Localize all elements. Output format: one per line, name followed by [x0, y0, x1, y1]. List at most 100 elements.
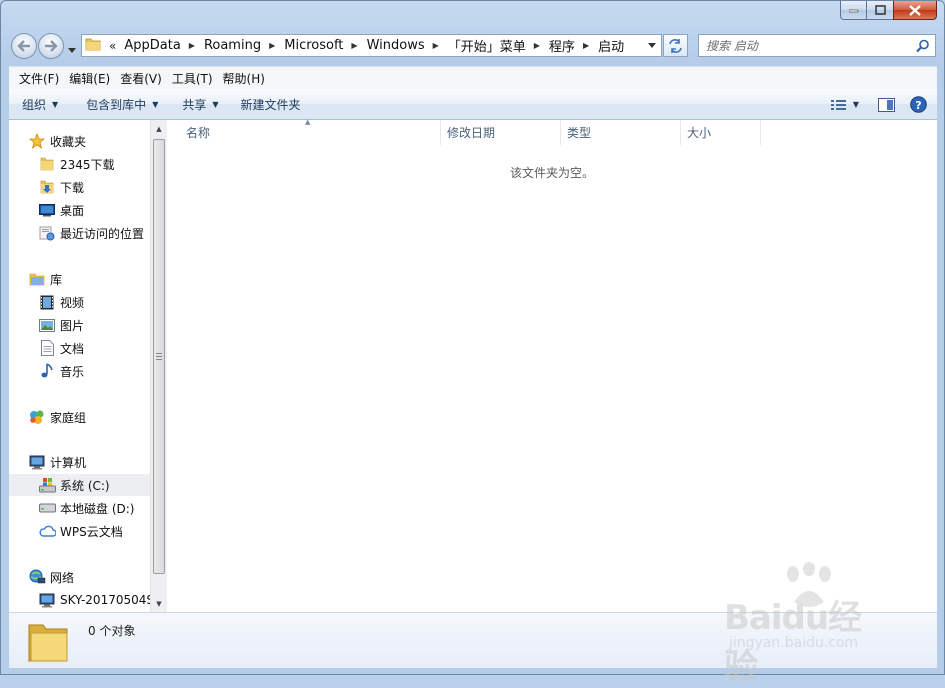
nav-item-videos[interactable]: 视频 [9, 291, 150, 313]
back-button[interactable] [11, 33, 37, 59]
close-button[interactable] [893, 1, 937, 20]
nav-item-label: 音乐 [60, 364, 85, 379]
column-header-size[interactable]: 大小 [681, 120, 761, 145]
breadcrumb-item[interactable]: 程序 [549, 36, 575, 55]
nav-item-documents[interactable]: 文档 [9, 337, 150, 359]
nav-item-music[interactable]: 音乐 [9, 360, 150, 382]
nav-libraries[interactable]: 库 [9, 268, 150, 290]
breadcrumb-item[interactable]: AppData [124, 38, 180, 53]
nav-item-label: 桌面 [60, 203, 85, 218]
nav-item-label: 视频 [60, 295, 85, 310]
library-icon [28, 271, 46, 287]
recent-places-icon [38, 225, 56, 241]
nav-item-wps-cloud[interactable]: WPS云文档 [9, 520, 150, 542]
nav-favorites[interactable]: 收藏夹 [9, 130, 150, 152]
menu-bar: 文件(F) 编辑(E) 查看(V) 工具(T) 帮助(H) [9, 66, 937, 89]
share-button[interactable]: 共享 ▼ [174, 92, 226, 117]
column-header-type[interactable]: 类型 [561, 120, 681, 145]
breadcrumb-separator-icon[interactable]: ▶ [583, 41, 589, 50]
picture-icon [38, 317, 56, 333]
share-label: 共享 [182, 97, 207, 112]
nav-item-system-drive[interactable]: 系统 (C:) [9, 474, 150, 496]
column-header-date-modified[interactable]: 修改日期 [441, 120, 561, 145]
column-header-label: 大小 [687, 126, 712, 140]
nav-item-downloads[interactable]: 下载 [9, 176, 150, 198]
include-library-label: 包含到库中 [86, 97, 147, 112]
view-controls: ▼ ? [825, 89, 937, 120]
change-view-button[interactable]: ▼ [825, 92, 865, 117]
svg-text:?: ? [915, 99, 921, 112]
search-icon[interactable] [916, 39, 930, 56]
help-button[interactable]: ? [903, 92, 933, 117]
nav-item-label: SKY-20170504S [60, 593, 150, 607]
nav-item-desktop[interactable]: 桌面 [9, 199, 150, 221]
breadcrumb-item[interactable]: Windows [367, 38, 425, 53]
new-folder-button[interactable]: 新建文件夹 [233, 92, 309, 117]
nav-favorites-label: 收藏夹 [50, 134, 87, 149]
breadcrumb-item[interactable]: 启动 [598, 36, 624, 55]
new-folder-label: 新建文件夹 [240, 97, 301, 112]
breadcrumb-separator-icon[interactable]: ▶ [189, 41, 195, 50]
menu-edit[interactable]: 编辑(E) [64, 68, 115, 89]
column-header-name[interactable]: ▲ 名称 [167, 118, 441, 145]
folder-icon [27, 619, 69, 668]
scroll-up-button[interactable]: ▲ [151, 120, 167, 137]
search-input[interactable] [699, 38, 904, 53]
close-icon [909, 4, 921, 16]
explorer-window: « AppData ▶ Roaming ▶ Microsoft ▶ Window… [0, 0, 945, 687]
address-bar[interactable]: « AppData ▶ Roaming ▶ Microsoft ▶ Window… [81, 34, 662, 57]
breadcrumb-item[interactable]: Microsoft [284, 38, 343, 53]
menu-file[interactable]: 文件(F) [9, 68, 64, 89]
preview-pane-button[interactable] [871, 92, 901, 117]
video-icon [38, 294, 56, 310]
chevron-down-icon: ▼ [212, 99, 219, 109]
chevron-down-icon [68, 48, 76, 53]
nav-item-network-computer[interactable]: SKY-20170504S [9, 589, 150, 611]
caption-buttons [840, 1, 937, 20]
nav-item-label: 最近访问的位置 [60, 226, 145, 241]
preview-pane-icon [877, 97, 895, 112]
nav-libraries-label: 库 [50, 272, 63, 287]
breadcrumb-item[interactable]: Roaming [204, 38, 261, 53]
refresh-icon [669, 38, 682, 53]
nav-network[interactable]: 网络 [9, 566, 150, 588]
breadcrumb-separator-icon[interactable]: ▶ [433, 41, 439, 50]
content-area: 收藏夹 2345下载 下载 桌面 最近访问的位置 库 视频 图片 文档 音乐 家… [9, 118, 937, 612]
recent-pages-button[interactable] [68, 42, 76, 56]
column-header-label: 名称 [186, 126, 211, 140]
minimize-button[interactable] [840, 1, 867, 20]
scroll-down-button[interactable]: ▼ [151, 595, 167, 612]
minimize-icon [848, 9, 858, 13]
item-count: 0 个对象 [88, 624, 136, 638]
hard-drive-icon [38, 500, 56, 516]
nav-item-label: 本地磁盘 (D:) [60, 501, 135, 516]
menu-view[interactable]: 查看(V) [115, 68, 167, 89]
menu-tools[interactable]: 工具(T) [167, 68, 218, 89]
network-icon [28, 569, 46, 585]
nav-computer[interactable]: 计算机 [9, 451, 150, 473]
column-header-label: 修改日期 [447, 126, 496, 140]
address-history-button[interactable] [643, 35, 661, 56]
column-header-label: 类型 [567, 126, 592, 140]
nav-item-recent-places[interactable]: 最近访问的位置 [9, 222, 150, 244]
column-headers: ▲ 名称 修改日期 类型 大小 [167, 118, 937, 145]
maximize-button[interactable] [867, 1, 893, 20]
forward-button[interactable] [38, 33, 64, 59]
menu-help[interactable]: 帮助(H) [218, 68, 270, 89]
nav-pane-scrollbar[interactable]: ▲ ▼ [150, 120, 167, 612]
nav-homegroup[interactable]: 家庭组 [9, 406, 150, 428]
breadcrumb-separator-icon[interactable]: ▶ [351, 41, 357, 50]
breadcrumb-separator-icon[interactable]: ▶ [534, 41, 540, 50]
nav-item-local-disk[interactable]: 本地磁盘 (D:) [9, 497, 150, 519]
breadcrumb-separator-icon[interactable]: ▶ [269, 41, 275, 50]
include-in-library-button[interactable]: 包含到库中 ▼ [78, 92, 166, 117]
nav-item-label: 文档 [60, 341, 85, 356]
nav-item-2345-downloads[interactable]: 2345下载 [9, 153, 150, 175]
nav-item-pictures[interactable]: 图片 [9, 314, 150, 336]
breadcrumb-overflow[interactable]: « [109, 39, 116, 53]
breadcrumb-item[interactable]: 「开始」菜单 [448, 36, 526, 55]
organize-button[interactable]: 组织 ▼ [14, 92, 66, 117]
refresh-button[interactable] [663, 34, 688, 57]
scroll-thumb[interactable] [153, 139, 165, 574]
nav-item-label: 下载 [60, 180, 85, 195]
